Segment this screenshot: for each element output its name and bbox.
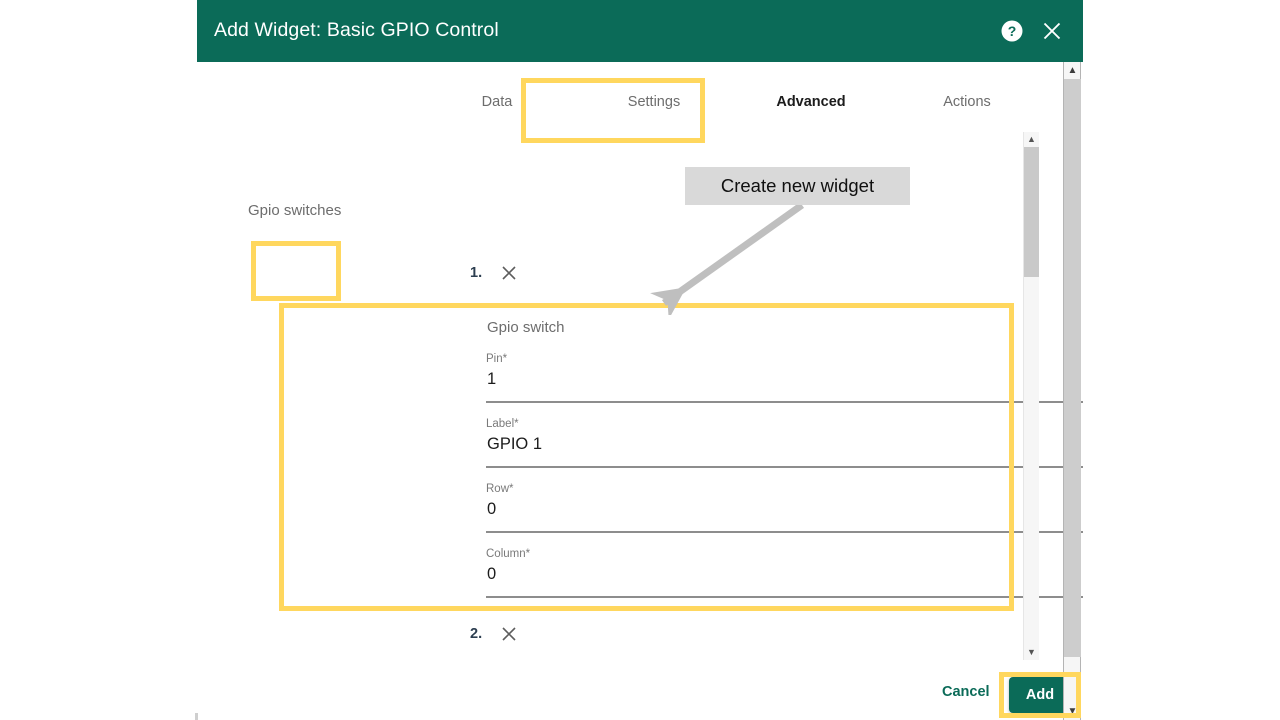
chevron-up-icon[interactable]: ▲ [1024,132,1039,147]
label-field[interactable]: Label* GPIO 1 [486,418,1083,483]
pin-field-value: 1 [487,370,496,389]
inner-scrollbar[interactable]: ▲ ▼ [1023,132,1039,660]
inner-scrollbar-thumb[interactable] [1024,147,1039,277]
cancel-button[interactable]: Cancel [942,684,990,700]
pin-field-label: Pin* [486,353,507,365]
gpio-switch-index: 2. [470,626,482,642]
close-icon[interactable] [499,624,519,644]
row-field-label: Row* [486,483,514,495]
column-field[interactable]: Column* 0 ▲ ▼ [486,548,1083,613]
tab-bar: Data Settings Advanced Actions [197,62,1083,138]
chevron-down-icon[interactable]: ▼ [1064,703,1081,720]
dialog-titlebar: Add Widget: Basic GPIO Control ? [197,0,1083,62]
column-field-value: 0 [487,565,496,584]
row-field[interactable]: Row* 0 ▲ ▼ [486,483,1083,548]
chevron-down-icon[interactable]: ▼ [1024,645,1039,660]
column-field-label: Column* [486,548,530,560]
outer-scrollbar-thumb[interactable] [1064,79,1081,657]
pin-field[interactable]: Pin* 1 ▲ ▼ [486,353,1083,418]
close-icon[interactable] [499,263,519,283]
artifact-mark [195,713,198,720]
question-circle-icon[interactable]: ? [1000,19,1024,43]
dialog-body: Gpio switches 1. Gpio switch Pin* 1 [197,130,1083,660]
row-field-underline [486,531,1083,533]
label-field-value: GPIO 1 [487,435,542,454]
row-field-value: 0 [487,500,496,519]
annotation-callout: Create new widget [685,167,910,205]
screen-root: Add Widget: Basic GPIO Control ? Data Se… [0,0,1280,720]
column-field-underline [486,596,1083,598]
dialog-footer: Cancel Add [197,660,1063,720]
label-field-underline [486,466,1083,468]
section-label: Gpio switches [248,202,341,219]
chevron-up-icon[interactable]: ▲ [1064,62,1081,79]
gpio-switch-index: 1. [470,265,482,281]
outer-scrollbar[interactable]: ▲ ▼ [1063,62,1081,720]
close-icon[interactable] [1040,19,1064,43]
gpio-switch-card: Gpio switch Pin* 1 ▲ ▼ Label* [482,308,1083,611]
svg-text:?: ? [1008,23,1017,39]
add-widget-dialog: Add Widget: Basic GPIO Control ? Data Se… [197,0,1083,720]
pin-field-underline [486,401,1083,403]
gpio-card-title: Gpio switch [487,319,565,336]
add-button[interactable]: Add [1009,677,1071,713]
label-field-label: Label* [486,418,519,430]
dialog-title: Add Widget: Basic GPIO Control [214,19,499,42]
